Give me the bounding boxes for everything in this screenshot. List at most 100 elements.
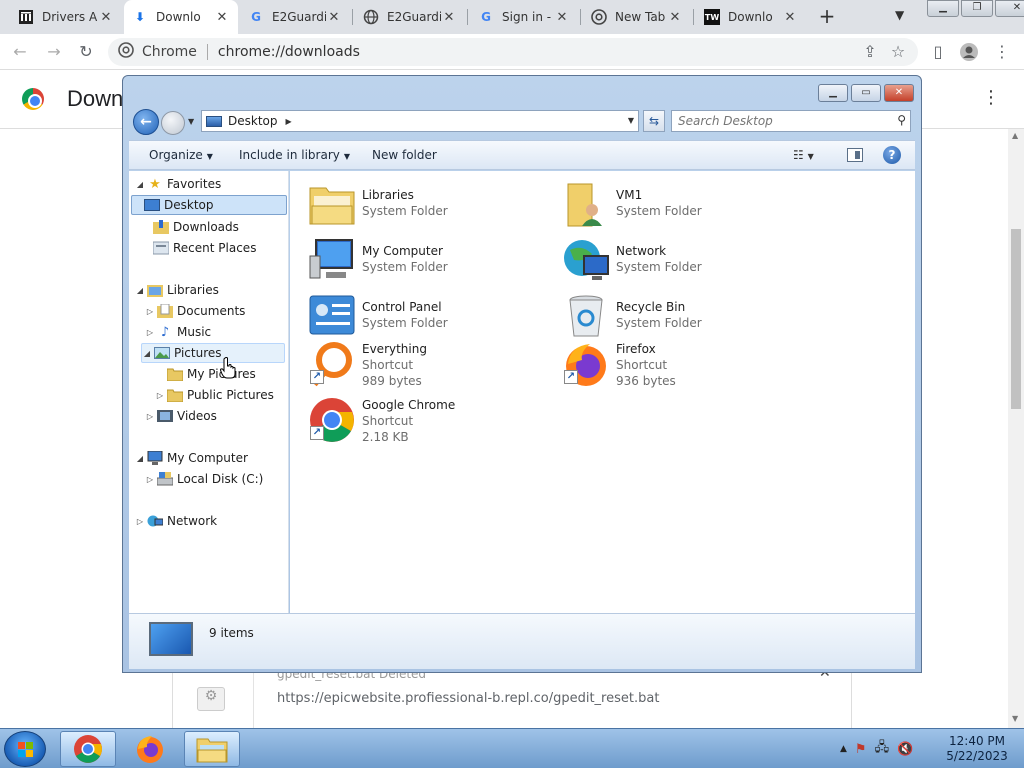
nav-desktop[interactable]: Desktop bbox=[131, 195, 287, 215]
nav-local-disk[interactable]: ▷ Local Disk (C:) bbox=[145, 469, 285, 489]
scrollbar-thumb[interactable] bbox=[1011, 229, 1021, 409]
nav-libraries[interactable]: ◢ Libraries bbox=[135, 280, 285, 300]
close-icon[interactable]: ✕ bbox=[554, 10, 570, 25]
file-item-my-computer[interactable]: My Computer System Folder bbox=[308, 234, 558, 286]
nav-network[interactable]: ▷ Network bbox=[135, 511, 285, 531]
expand-icon[interactable]: ▷ bbox=[145, 475, 155, 484]
start-button[interactable] bbox=[4, 731, 46, 767]
download-url[interactable]: https://epicwebsite.profiessional-b.repl… bbox=[277, 691, 659, 706]
scroll-up-icon[interactable]: ▲ bbox=[1012, 131, 1018, 140]
organize-button[interactable]: Organize ▼ bbox=[149, 148, 213, 162]
breadcrumb-arrow-icon[interactable]: ▶ bbox=[286, 117, 292, 126]
new-tab-button[interactable]: + bbox=[815, 5, 839, 29]
taskbar-chrome[interactable] bbox=[60, 731, 116, 767]
change-view-button[interactable]: ☷ ▼ bbox=[793, 148, 814, 162]
include-in-library-button[interactable]: Include in library ▼ bbox=[239, 148, 350, 162]
file-item-vm1[interactable]: VM1 System Folder bbox=[562, 178, 812, 230]
close-window-button[interactable]: ✕ bbox=[884, 84, 914, 102]
close-window-button[interactable]: ✕ bbox=[995, 0, 1024, 17]
reload-icon[interactable]: ↻ bbox=[74, 40, 98, 64]
tab-e2guardian-1[interactable]: G E2Guardi ✕ bbox=[240, 0, 350, 34]
back-button[interactable]: ← bbox=[133, 109, 159, 135]
nav-music[interactable]: ▷ ♪ Music bbox=[145, 322, 285, 342]
taskbar-explorer[interactable] bbox=[184, 731, 240, 767]
address-bar[interactable]: Chrome chrome://downloads bbox=[108, 38, 918, 66]
tab-downloads-active[interactable]: ⬇ Downlo ✕ bbox=[124, 0, 238, 34]
scroll-down-icon[interactable]: ▼ bbox=[1012, 714, 1018, 723]
bookmark-star-icon[interactable]: ☆ bbox=[886, 40, 910, 64]
close-icon[interactable]: ✕ bbox=[214, 10, 230, 25]
side-panel-icon[interactable]: ▯ bbox=[926, 40, 950, 64]
nav-downloads[interactable]: Downloads bbox=[141, 217, 281, 237]
nav-recent-places[interactable]: Recent Places bbox=[141, 238, 281, 258]
nav-favorites[interactable]: ◢ ★ Favorites bbox=[135, 174, 285, 194]
nav-my-computer[interactable]: ◢ My Computer bbox=[135, 448, 285, 468]
more-menu-icon[interactable]: ⋮ bbox=[982, 87, 1000, 108]
tab-new-tab[interactable]: New Tab ✕ bbox=[583, 0, 691, 34]
new-folder-button[interactable]: New folder bbox=[372, 148, 437, 162]
tab-search-chevron-icon[interactable]: ▼ bbox=[895, 8, 904, 22]
collapse-icon[interactable]: ◢ bbox=[135, 454, 145, 463]
expand-icon[interactable]: ▷ bbox=[145, 307, 155, 316]
close-icon[interactable]: ✕ bbox=[782, 10, 798, 25]
restore-button[interactable]: ❐ bbox=[961, 0, 993, 17]
explorer-search-box[interactable]: ⚲ bbox=[671, 110, 911, 132]
collapse-icon[interactable]: ◢ bbox=[142, 349, 152, 358]
share-icon[interactable]: ⇪ bbox=[858, 40, 882, 64]
documents-icon bbox=[157, 303, 173, 319]
tab-title: Drivers A bbox=[42, 10, 98, 24]
file-item-firefox[interactable]: ↗ Firefox Shortcut 936 bytes bbox=[562, 338, 812, 394]
close-icon[interactable]: ✕ bbox=[98, 10, 114, 25]
minimize-button[interactable]: ▁ bbox=[818, 84, 848, 102]
collapse-icon[interactable]: ◢ bbox=[135, 180, 145, 189]
nav-label: Videos bbox=[177, 409, 217, 423]
back-arrow-icon[interactable]: ← bbox=[8, 40, 32, 64]
show-hidden-icons-icon[interactable]: ▲ bbox=[840, 744, 847, 754]
search-input[interactable] bbox=[672, 111, 882, 131]
preview-pane-button[interactable] bbox=[847, 148, 863, 162]
nav-public-pictures[interactable]: ▷ Public Pictures bbox=[155, 385, 285, 405]
more-menu-icon[interactable]: ⋮ bbox=[990, 40, 1014, 64]
taskbar-clock[interactable]: 12:40 PM 5/22/2023 bbox=[942, 734, 1012, 764]
collapse-icon[interactable]: ◢ bbox=[135, 286, 145, 295]
expand-icon[interactable]: ▷ bbox=[145, 412, 155, 421]
profile-avatar-icon[interactable] bbox=[957, 40, 981, 64]
minimize-button[interactable]: ▁ bbox=[927, 0, 959, 17]
videos-icon bbox=[157, 408, 173, 424]
file-item-libraries[interactable]: Libraries System Folder bbox=[308, 178, 558, 230]
file-item-control-panel[interactable]: Control Panel System Folder bbox=[308, 290, 558, 342]
search-icon[interactable]: ⚲ bbox=[897, 113, 906, 127]
network-status-icon[interactable]: 🖧 bbox=[875, 738, 890, 760]
recent-pages-chevron-icon[interactable]: ▼ bbox=[188, 117, 194, 126]
file-item-google-chrome[interactable]: ↗ Google Chrome Shortcut 2.18 KB bbox=[308, 394, 558, 450]
action-center-flag-icon[interactable]: ⚑ bbox=[855, 742, 867, 757]
file-item-network[interactable]: Network System Folder bbox=[562, 234, 812, 286]
tab-sign-in[interactable]: G Sign in - ✕ bbox=[470, 0, 578, 34]
nav-documents[interactable]: ▷ Documents bbox=[145, 301, 285, 321]
file-item-everything[interactable]: ↗ Everything Shortcut 989 bytes bbox=[308, 338, 558, 394]
help-button[interactable]: ? bbox=[883, 146, 901, 164]
nav-pictures[interactable]: ◢ Pictures bbox=[141, 343, 285, 363]
close-icon[interactable]: ✕ bbox=[326, 10, 342, 25]
close-icon[interactable]: ✕ bbox=[441, 10, 457, 25]
forward-arrow-icon[interactable]: → bbox=[42, 40, 66, 64]
pictures-icon bbox=[154, 345, 170, 361]
explorer-address-bar[interactable]: Desktop ▶ ▼ bbox=[201, 110, 639, 132]
refresh-button[interactable]: ⇆ bbox=[643, 110, 665, 132]
volume-muted-icon[interactable]: 🔇 bbox=[897, 742, 913, 757]
forward-button[interactable] bbox=[161, 111, 185, 135]
tab-e2guardian-2[interactable]: E2Guardi ✕ bbox=[355, 0, 465, 34]
nav-videos[interactable]: ▷ Videos bbox=[145, 406, 285, 426]
music-icon: ♪ bbox=[160, 324, 170, 340]
tab-drivers[interactable]: Drivers A ✕ bbox=[10, 0, 122, 34]
maximize-button[interactable]: ▭ bbox=[851, 84, 881, 102]
taskbar-firefox[interactable] bbox=[122, 731, 178, 767]
close-icon[interactable]: ✕ bbox=[667, 10, 683, 25]
file-item-recycle-bin[interactable]: Recycle Bin System Folder bbox=[562, 290, 812, 342]
expand-icon[interactable]: ▷ bbox=[135, 517, 145, 526]
page-scrollbar[interactable]: ▲ ▼ bbox=[1008, 129, 1024, 728]
expand-icon[interactable]: ▷ bbox=[145, 328, 155, 337]
address-dropdown-icon[interactable]: ▼ bbox=[628, 116, 634, 125]
tab-downloads-2[interactable]: TW Downlo ✕ bbox=[696, 0, 806, 34]
expand-icon[interactable]: ▷ bbox=[155, 391, 165, 400]
